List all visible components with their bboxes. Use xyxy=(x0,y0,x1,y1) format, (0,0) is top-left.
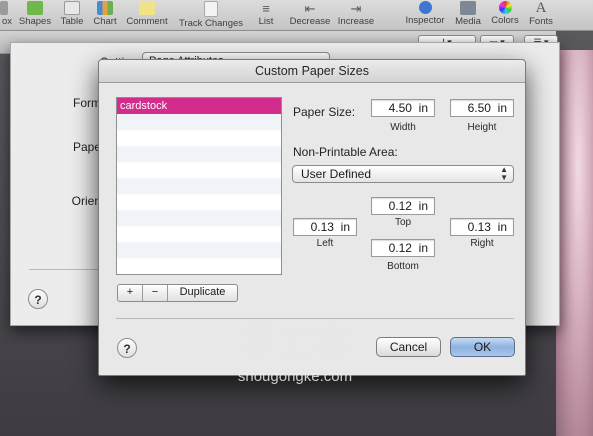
app-toolbar: ox Shapes Table Chart Comment Track Chan… xyxy=(0,0,593,31)
top-margin-field[interactable]: 0.12 in xyxy=(371,197,435,215)
height-value: 6.50 xyxy=(467,101,491,115)
left-margin-field[interactable]: 0.13 in xyxy=(293,218,357,236)
height-field[interactable]: 6.50 in xyxy=(450,99,514,117)
fonts-icon: A xyxy=(535,0,547,16)
toolbar-item-inspector[interactable]: Inspector xyxy=(402,0,448,30)
sheet-help-button[interactable]: ? xyxy=(28,289,48,309)
height-unit: in xyxy=(497,101,507,115)
list-item-empty xyxy=(117,194,281,210)
orientation-label: Orien xyxy=(71,194,101,208)
toolbar-item-list[interactable]: ≡ List xyxy=(253,0,279,30)
dialog-divider xyxy=(116,318,514,319)
box-icon xyxy=(0,1,8,15)
right-unit: in xyxy=(497,220,507,234)
toolbar-item-chart[interactable]: Chart xyxy=(91,0,119,30)
sheet-divider xyxy=(29,269,109,270)
list-item-empty xyxy=(117,130,281,146)
left-unit: in xyxy=(340,220,350,234)
bottom-value: 0.12 xyxy=(388,241,412,255)
right-value: 0.13 xyxy=(467,220,491,234)
shapes-icon xyxy=(27,1,43,15)
width-field[interactable]: 4.50 in xyxy=(371,99,435,117)
toolbar-item-table[interactable]: Table xyxy=(57,0,87,30)
list-item-empty xyxy=(117,258,281,274)
table-icon xyxy=(64,1,80,15)
bottom-caption: Bottom xyxy=(387,261,419,272)
list-item-empty xyxy=(117,162,281,178)
toolbar-item-colors[interactable]: Colors xyxy=(488,0,522,30)
comment-icon xyxy=(139,1,155,15)
cancel-button[interactable]: Cancel xyxy=(376,337,441,357)
width-unit: in xyxy=(418,101,428,115)
top-unit: in xyxy=(418,199,428,213)
bottom-margin-field[interactable]: 0.12 in xyxy=(371,239,435,257)
updown-arrows-icon: ▲ ▼ xyxy=(500,165,508,182)
watermark-logo: 手工客 xyxy=(237,321,352,365)
list-item-empty xyxy=(117,210,281,226)
list-item-empty xyxy=(117,114,281,130)
toolbar-item-fonts[interactable]: A Fonts xyxy=(527,0,555,30)
top-caption: Top xyxy=(394,217,412,228)
colors-icon xyxy=(498,1,512,14)
width-caption: Width xyxy=(390,122,416,133)
track-changes-icon xyxy=(204,1,218,17)
toolbar-item-decrease[interactable]: ⇤ Decrease xyxy=(288,0,332,30)
list-item-empty xyxy=(117,226,281,242)
toolbar-item-increase[interactable]: ⇥ Increase xyxy=(336,0,376,30)
increase-icon: ⇥ xyxy=(350,1,362,16)
decrease-icon: ⇤ xyxy=(304,1,316,16)
paper-size-list[interactable]: cardstock xyxy=(116,97,282,275)
non-printable-area-label: Non-Printable Area: xyxy=(293,145,398,159)
toolbar-item-media[interactable]: Media xyxy=(453,0,483,30)
area-value: User Defined xyxy=(301,167,372,181)
right-caption: Right xyxy=(470,238,494,249)
background-flower-image xyxy=(556,50,593,436)
watermark-url: shougongke.com xyxy=(237,368,353,385)
width-value: 4.50 xyxy=(388,101,412,115)
list-controls: + − Duplicate xyxy=(117,284,238,302)
inspector-icon xyxy=(418,1,432,14)
list-icon: ≡ xyxy=(262,1,270,16)
ok-button[interactable]: OK xyxy=(450,337,515,357)
bottom-unit: in xyxy=(418,241,428,255)
right-margin-field[interactable]: 0.13 in xyxy=(450,218,514,236)
left-value: 0.13 xyxy=(310,220,334,234)
duplicate-button[interactable]: Duplicate xyxy=(168,285,237,301)
left-caption: Left xyxy=(316,238,334,249)
media-icon xyxy=(460,1,476,15)
remove-size-button[interactable]: − xyxy=(143,285,168,301)
dialog-title: Custom Paper Sizes xyxy=(99,60,525,83)
list-item-empty xyxy=(117,242,281,258)
dialog-help-button[interactable]: ? xyxy=(117,338,137,358)
paper-size-label: Pape xyxy=(72,140,101,154)
height-caption: Height xyxy=(467,122,497,133)
paper-size-label: Paper Size: xyxy=(293,105,356,119)
add-size-button[interactable]: + xyxy=(118,285,143,301)
list-item-empty xyxy=(117,178,281,194)
list-item[interactable]: cardstock xyxy=(117,98,281,114)
top-value: 0.12 xyxy=(388,199,412,213)
toolbar-item-shapes[interactable]: Shapes xyxy=(18,0,52,30)
chart-icon xyxy=(97,1,113,15)
non-printable-area-popup[interactable]: User Defined ▲ ▼ xyxy=(292,165,514,183)
toolbar-item-textbox[interactable]: ox xyxy=(0,0,14,30)
toolbar-item-track-changes[interactable]: Track Changes xyxy=(176,0,246,30)
format-label: Form xyxy=(73,96,101,110)
list-item-empty xyxy=(117,146,281,162)
toolbar-item-comment[interactable]: Comment xyxy=(124,0,170,30)
